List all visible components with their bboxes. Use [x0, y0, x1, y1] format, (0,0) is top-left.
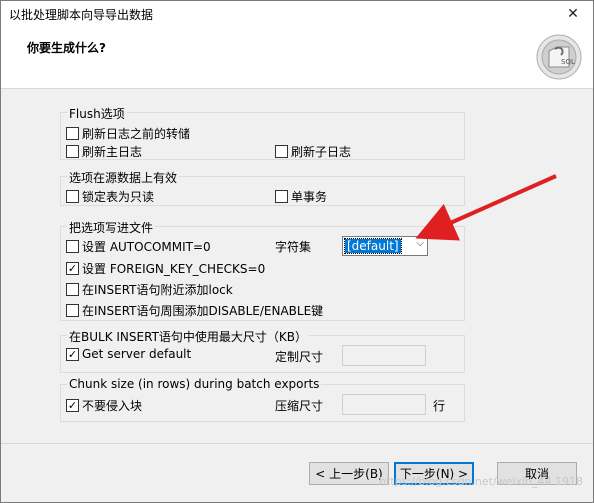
flush-options-legend: Flush选项 — [67, 105, 127, 122]
checkbox-box[interactable] — [275, 145, 288, 158]
watermark-text: https://blog.csdn.net/weixin_44 1918 — [378, 475, 583, 488]
set-autocommit-checkbox[interactable]: 设置 AUTOCOMMIT=0 — [66, 238, 211, 255]
charset-label: 字符集 — [275, 240, 312, 254]
rows-unit-label: 行 — [433, 399, 446, 413]
footer-divider — [1, 443, 593, 444]
source-options-legend: 选项在源数据上有效 — [67, 169, 180, 186]
flush-slave-log-checkbox[interactable]: 刷新子日志 — [275, 143, 351, 160]
charset-selected-value: [default] — [344, 238, 402, 254]
page-title: 你要生成什么? — [27, 41, 106, 55]
custom-size-input[interactable] — [342, 345, 426, 366]
export-wizard-window: 以批处理脚本向导导出数据 ✕ 你要生成什么? SQL Flush选项 刷新日志之… — [0, 0, 594, 503]
lock-tables-readonly-checkbox[interactable]: 锁定表为只读 — [66, 188, 154, 205]
add-disable-enable-keys-checkbox[interactable]: 在INSERT语句周围添加DISABLE/ENABLE键 — [66, 302, 323, 319]
close-button[interactable]: ✕ — [553, 1, 593, 27]
write-options-legend: 把选项写进文件 — [67, 219, 156, 236]
chunk-size-group: Chunk size (in rows) during batch export… — [60, 377, 465, 422]
add-lock-around-insert-checkbox[interactable]: 在INSERT语句附近添加lock — [66, 281, 233, 298]
title-bar: 以批处理脚本向导导出数据 ✕ — [1, 1, 593, 27]
single-transaction-checkbox[interactable]: 单事务 — [275, 188, 327, 205]
get-server-default-checkbox[interactable]: ✓ Get server default — [66, 347, 191, 361]
checkbox-box[interactable] — [66, 240, 79, 253]
flush-master-log-checkbox[interactable]: 刷新主日志 — [66, 143, 142, 160]
checkbox-box[interactable] — [275, 190, 288, 203]
write-options-group: 把选项写进文件 设置 AUTOCOMMIT=0 ✓ 设置 FOREIGN_KEY… — [60, 219, 465, 321]
set-foreign-key-checks-checkbox[interactable]: ✓ 设置 FOREIGN_KEY_CHECKS=0 — [66, 260, 265, 277]
sql-icon-text: SQL — [561, 58, 575, 66]
window-title: 以批处理脚本向导导出数据 — [9, 8, 154, 22]
checkbox-box[interactable] — [66, 190, 79, 203]
wizard-header: 你要生成什么? SQL — [1, 27, 593, 89]
flush-options-group: Flush选项 刷新日志之前的转储 刷新主日志 刷新子日志 — [60, 105, 465, 160]
flush-logs-before-dump-checkbox[interactable]: 刷新日志之前的转储 — [66, 125, 190, 142]
bulk-insert-legend: 在BULK INSERT语句中使用最大尺寸（KB） — [67, 328, 309, 345]
chevron-down-icon[interactable]: ⌵ — [416, 238, 424, 249]
source-options-group: 选项在源数据上有效 锁定表为只读 单事务 — [60, 169, 465, 206]
bulk-insert-size-group: 在BULK INSERT语句中使用最大尺寸（KB） ✓ Get server d… — [60, 328, 465, 373]
sql-wizard-icon: SQL — [536, 34, 582, 80]
checkbox-box[interactable] — [66, 283, 79, 296]
checkbox-box[interactable] — [66, 145, 79, 158]
checkbox-box[interactable] — [66, 127, 79, 140]
back-button[interactable]: < 上一步(B) — [309, 462, 389, 485]
checkbox-box[interactable] — [66, 304, 79, 317]
dont-break-chunks-checkbox[interactable]: ✓ 不要侵入块 — [66, 397, 142, 414]
compress-size-label: 压缩尺寸 — [275, 399, 324, 413]
checkbox-box[interactable]: ✓ — [66, 399, 79, 412]
checkbox-box[interactable]: ✓ — [66, 347, 79, 361]
checkbox-box[interactable]: ✓ — [66, 262, 79, 275]
chunk-size-legend: Chunk size (in rows) during batch export… — [67, 377, 322, 391]
close-icon: ✕ — [567, 6, 579, 22]
compress-size-input[interactable] — [342, 394, 426, 415]
charset-select[interactable]: [default] ⌵ — [342, 236, 428, 256]
custom-size-label: 定制尺寸 — [275, 350, 324, 364]
